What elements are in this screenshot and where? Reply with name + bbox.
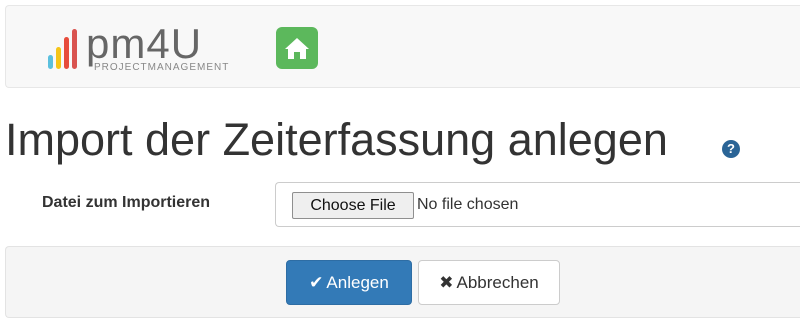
- page-title: Import der Zeiterfassung anlegen: [5, 114, 668, 165]
- file-import-label: Datei zum Importieren: [42, 194, 211, 211]
- home-icon: [285, 38, 309, 59]
- help-icon[interactable]: ?: [722, 140, 740, 158]
- abbrechen-button[interactable]: ✖ Abbrechen: [418, 260, 560, 305]
- checkmark-icon: ✔: [309, 272, 324, 292]
- close-icon: ✖: [439, 272, 454, 292]
- logo-bars-icon: [48, 29, 77, 69]
- brand-logo[interactable]: pm4U PROJECTMANAGEMENT: [48, 20, 248, 79]
- file-input[interactable]: Choose File No file chosen: [275, 182, 800, 227]
- anlegen-button[interactable]: ✔ Anlegen: [286, 260, 412, 305]
- abbrechen-button-label: Abbrechen: [456, 272, 539, 292]
- home-button[interactable]: [276, 27, 318, 69]
- form-actions-bar: ✔ Anlegen ✖ Abbrechen: [5, 246, 800, 318]
- anlegen-button-label: Anlegen: [326, 272, 389, 292]
- top-navbar: pm4U PROJECTMANAGEMENT: [5, 5, 800, 88]
- file-status-text: No file chosen: [417, 196, 519, 213]
- choose-file-button[interactable]: Choose File: [292, 192, 414, 219]
- brand-tagline: PROJECTMANAGEMENT: [94, 62, 230, 73]
